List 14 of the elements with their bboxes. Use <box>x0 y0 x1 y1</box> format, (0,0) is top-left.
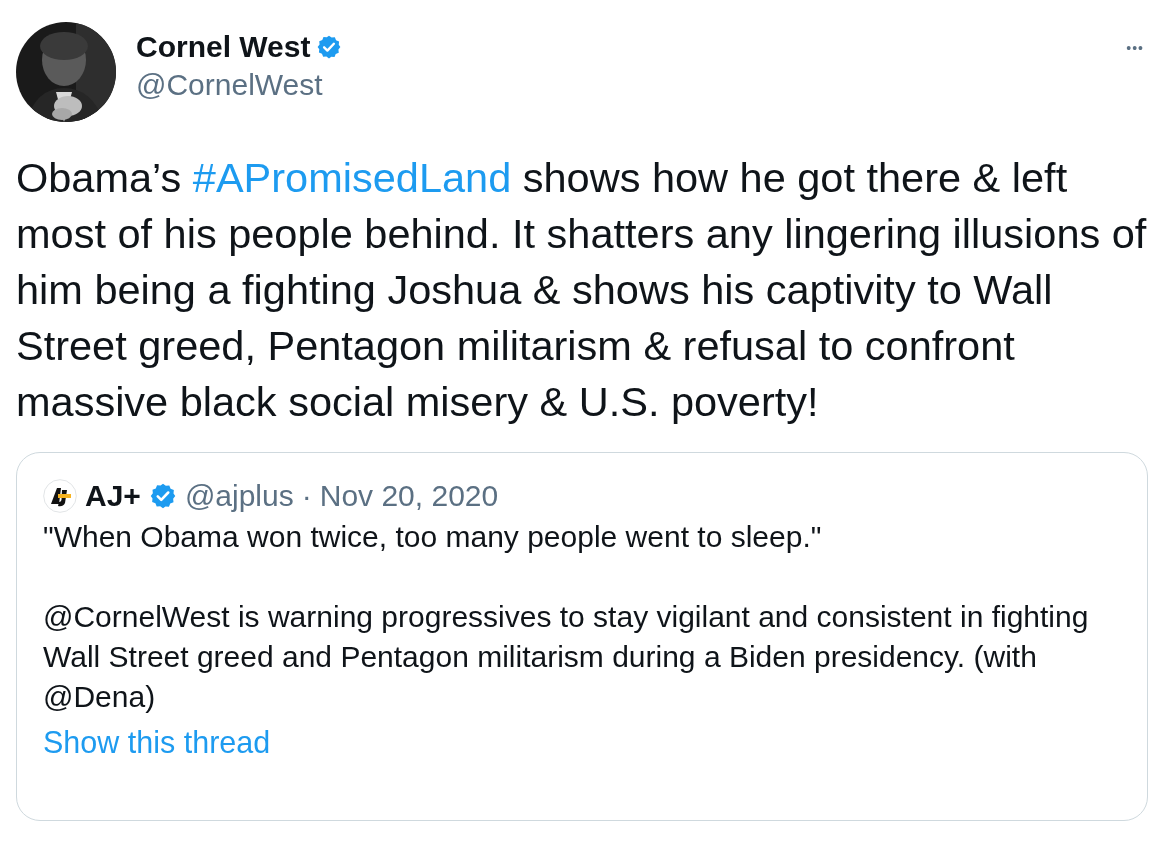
author-handle[interactable]: @CornelWest <box>136 68 323 102</box>
tweet-date[interactable]: Nov 20, 2020 <box>319 479 499 513</box>
more-button[interactable]: ••• <box>1126 40 1144 56</box>
separator: · <box>301 479 312 513</box>
quoted-tweet-card[interactable] <box>16 452 1148 821</box>
quoted-author-handle[interactable]: @ajplus <box>184 479 294 513</box>
logo-icon <box>43 479 77 513</box>
author-name[interactable]: Cornel West <box>136 30 311 64</box>
quoted-tweet-text: @CornelWest is warning progressives to stay vigilant and consistent in fighting Wall Street greed and Pentagon militarism during a Biden presidency. (with @Dena) <box>43 599 1090 715</box>
hashtag-link[interactable]: #APromisedLand <box>192 154 512 201</box>
quoted-tweet-text: "When Obama won twice, too many people went to sleep." <box>43 519 823 555</box>
quoted-author-name[interactable]: AJ+ <box>85 479 141 513</box>
show-thread-link[interactable]: Show this thread <box>43 725 271 760</box>
tweet-text: Obama’s #APromisedLand shows how he got there & left most of his people behind. It shatters any lingering illusions of him being a fighting Joshua & shows his captivity to Wall Street greed, Pentagon militarism & refusal to confront massive black social misery & U.S. poverty! <box>16 153 1148 427</box>
